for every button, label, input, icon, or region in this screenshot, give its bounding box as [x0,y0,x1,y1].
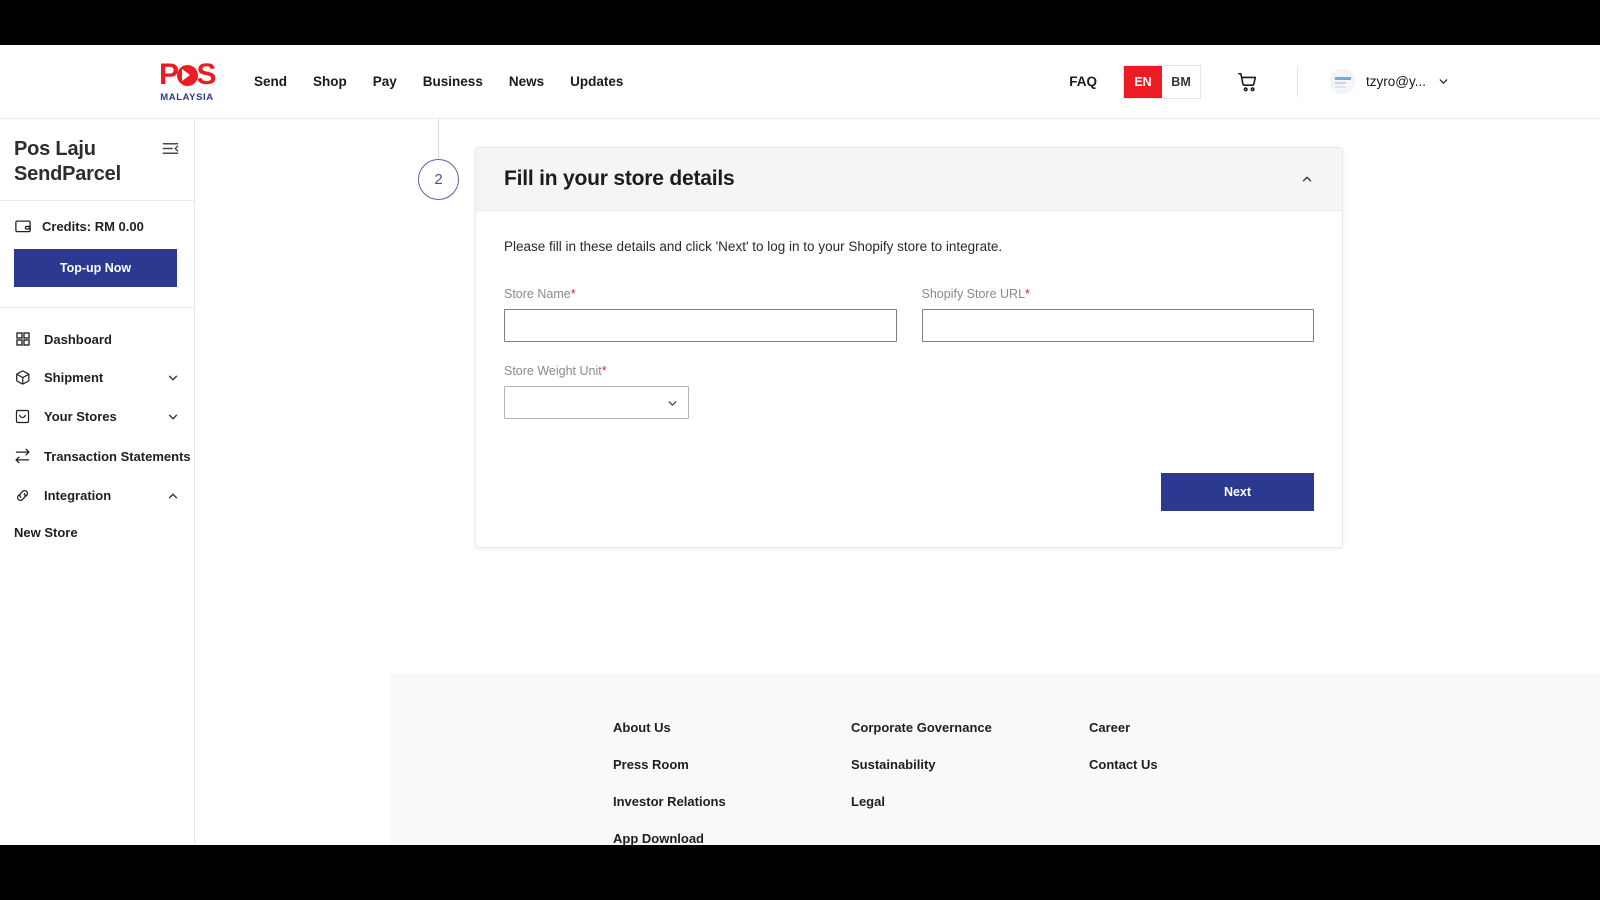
nav-item-send[interactable]: Send [254,74,287,89]
sidebar: Pos Laju SendParcel Credits: RM 0.00 Top… [0,119,195,845]
card-header: Fill in your store details [476,148,1342,211]
field-store-name: Store Name* [504,287,897,342]
app-shell: Pos Laju SendParcel Credits: RM 0.00 Top… [0,119,1600,845]
app-viewport: PS MALAYSIA Send Shop Pay Business News … [0,45,1600,845]
nav-item-updates[interactable]: Updates [570,74,623,89]
step-number-badge: 2 [418,159,459,200]
form-row-2: Store Weight Unit* [504,364,1314,419]
store-weight-unit-select-wrapper [504,386,689,419]
required-asterisk: * [601,364,607,378]
store-name-input[interactable] [504,309,897,342]
faq-link[interactable]: FAQ [1069,74,1097,89]
footer-link-about-us[interactable]: About Us [613,720,851,735]
language-option-en[interactable]: EN [1124,65,1163,98]
header-right-cluster: FAQ EN BM tzyro@y... [1069,64,1450,99]
topup-now-button[interactable]: Top-up Now [14,249,177,287]
field-store-weight-unit: Store Weight Unit* [504,364,689,419]
step-indicator: 2 [418,119,460,219]
box-icon [14,369,31,386]
store-name-label: Store Name* [504,287,576,301]
store-weight-unit-label: Store Weight Unit* [504,364,607,378]
logo-subtitle: MALAYSIA [160,92,214,104]
store-details-card: Fill in your store details Please fill i… [475,147,1343,548]
chevron-down-icon [166,371,180,385]
card-actions: Next [504,473,1314,511]
footer-link-contact-us[interactable]: Contact Us [1089,757,1327,772]
card-description: Please fill in these details and click '… [504,239,1003,254]
required-asterisk: * [1025,287,1030,301]
footer-link-press-room[interactable]: Press Room [613,757,851,772]
transfer-icon [14,447,31,465]
credits-row: Credits: RM 0.00 [14,217,180,235]
sidebar-item-label: Shipment [44,370,104,385]
logo-mark: PS [158,58,216,92]
sidebar-item-label: Dashboard [44,331,112,347]
sidebar-item-label: Integration [44,488,112,503]
nav-item-pay[interactable]: Pay [373,74,397,89]
chevron-up-icon[interactable] [1300,172,1314,186]
card-body: Please fill in these details and click '… [476,211,1342,547]
store-icon [14,408,31,425]
header-divider [1297,66,1299,97]
logo-arrow-icon [176,64,198,86]
pos-malaysia-logo[interactable]: PS MALAYSIA [148,60,226,103]
link-icon [14,487,31,504]
chevron-up-icon [166,489,180,503]
nav-item-business[interactable]: Business [423,74,483,89]
credits-label: Credits: RM 0.00 [42,218,144,234]
language-toggle: EN BM [1123,64,1202,99]
sidebar-item-label: Your Stores [44,409,117,424]
footer-column-1: About Us Press Room Investor Relations A… [613,720,851,845]
sidebar-navigation: Dashboard Shipment Your Stores Transacti… [0,308,194,550]
language-option-bm[interactable]: BM [1162,65,1201,98]
wallet-icon [14,217,32,235]
footer-link-app-download[interactable]: App Download [613,831,851,845]
footer-column-2: Corporate Governance Sustainability Lega… [851,720,1089,845]
chevron-down-icon [1437,75,1450,88]
shopify-url-label: Shopify Store URL* [921,287,1030,301]
sidebar-item-integration[interactable]: Integration [0,476,194,515]
avatar [1330,69,1356,94]
footer-link-sustainability[interactable]: Sustainability [851,757,1089,772]
store-weight-unit-select[interactable] [504,386,689,419]
footer-link-investor-relations[interactable]: Investor Relations [613,794,851,809]
sidebar-item-shipment[interactable]: Shipment [0,358,194,397]
footer-link-career[interactable]: Career [1089,720,1327,735]
footer-inner: About Us Press Room Investor Relations A… [613,720,1543,845]
footer-link-corporate-governance[interactable]: Corporate Governance [851,720,1089,735]
user-menu[interactable]: tzyro@y... [1330,69,1450,94]
cart-icon[interactable] [1237,71,1259,93]
sidebar-item-your-stores[interactable]: Your Stores [0,397,194,436]
footer-link-legal[interactable]: Legal [851,794,1089,809]
main-content: 2 Fill in your store details Please fill… [195,119,1600,845]
sidebar-header: Pos Laju SendParcel [0,119,194,201]
page-title: Fill in your store details [504,167,735,190]
footer-column-3: Career Contact Us [1089,720,1327,845]
grid-icon [14,331,31,347]
sidebar-item-dashboard[interactable]: Dashboard [0,320,194,358]
form-row-1: Store Name* Shopify Store URL* [504,287,1314,342]
chevron-down-icon [166,410,180,424]
sidebar-item-label: Transaction Statements [44,448,191,464]
user-name: tzyro@y... [1366,74,1426,89]
shopify-url-input[interactable] [921,309,1314,342]
footer-link-columns: About Us Press Room Investor Relations A… [613,720,1543,845]
nav-item-news[interactable]: News [509,74,544,89]
sidebar-item-transaction-statements[interactable]: Transaction Statements [0,436,194,476]
step-connector-line [438,119,439,164]
field-shopify-url: Shopify Store URL* [921,287,1314,342]
menu-collapse-icon[interactable] [161,139,180,163]
top-header: PS MALAYSIA Send Shop Pay Business News … [0,45,1600,119]
sidebar-credits-block: Credits: RM 0.00 Top-up Now [0,201,194,308]
sidebar-title: Pos Laju SendParcel [14,138,121,185]
main-navigation: Send Shop Pay Business News Updates [254,74,623,89]
sidebar-subitem-new-store[interactable]: New Store [0,515,194,550]
required-asterisk: * [570,287,576,301]
next-button[interactable]: Next [1161,473,1314,511]
nav-item-shop[interactable]: Shop [313,74,347,89]
footer: About Us Press Room Investor Relations A… [390,674,1600,845]
